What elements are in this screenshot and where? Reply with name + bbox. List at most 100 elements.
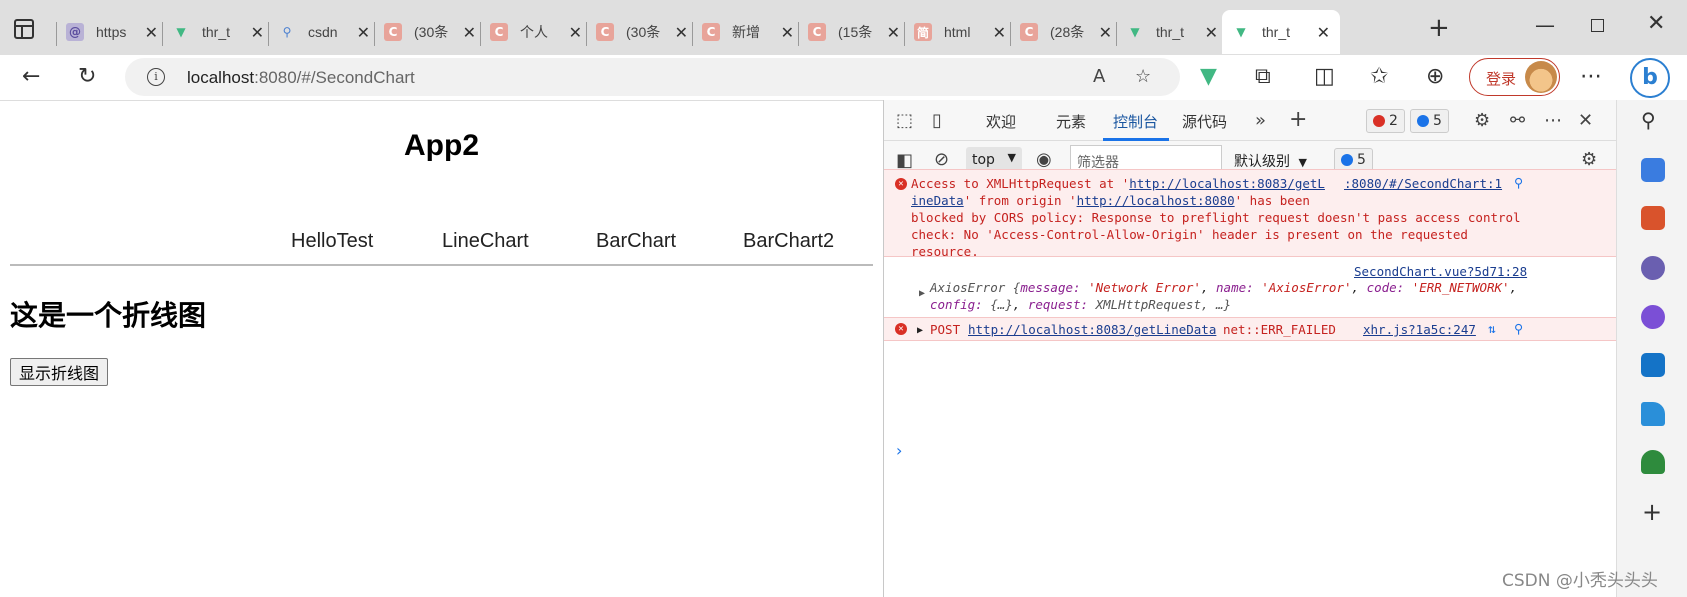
search-icon[interactable]: ⚲ (1514, 320, 1523, 337)
outlook-icon[interactable] (1641, 353, 1665, 377)
post-source-link[interactable]: xhr.js?1a5c:247 (1363, 321, 1476, 338)
bing-copilot-icon[interactable]: b (1630, 58, 1670, 98)
nav-link-hellotest[interactable]: HelloTest (291, 230, 373, 253)
close-tab-icon[interactable]: ✕ (675, 23, 688, 42)
sidebar-toggle-icon[interactable]: ◧ (896, 150, 913, 171)
tree-icon[interactable] (1641, 450, 1665, 474)
close-devtools-icon[interactable]: ✕ (1578, 110, 1593, 131)
nav-divider (10, 264, 873, 266)
cors-request-url-cont[interactable]: ineData (911, 193, 964, 208)
search-icon[interactable]: ⚲ (1514, 174, 1523, 191)
login-button[interactable]: 登录 (1469, 58, 1560, 96)
minimize-icon[interactable]: — (1535, 13, 1555, 37)
shopping-tag-icon[interactable] (1641, 158, 1665, 182)
tab-elements[interactable]: 元素 (1056, 111, 1086, 132)
tab-actions-icon[interactable] (14, 19, 34, 39)
browser-tab[interactable]: C (30条 ✕ (374, 10, 486, 54)
more-options-icon[interactable]: ⋯ (1544, 110, 1562, 131)
close-tab-icon[interactable]: ✕ (887, 23, 900, 42)
settings-gear-icon[interactable]: ⚙ (1474, 110, 1490, 131)
cors-source-link[interactable]: :8080/#/SecondChart:1 (1344, 175, 1502, 192)
expand-triangle-icon[interactable]: ▶ (919, 285, 925, 302)
axios-source-link[interactable]: SecondChart.vue?5d71:28 (1354, 263, 1527, 280)
close-tab-icon[interactable]: ✕ (569, 23, 582, 42)
search-icon[interactable]: ⚲ (1641, 108, 1656, 132)
device-emulation-icon[interactable]: ▯ (932, 110, 942, 131)
browser-tab[interactable]: C 个人 ✕ (480, 10, 592, 54)
close-tab-icon[interactable]: ✕ (1205, 23, 1218, 42)
message-count-badge[interactable]: 5 (1410, 109, 1449, 133)
close-tab-icon[interactable]: ✕ (993, 23, 1006, 42)
error-count-badge[interactable]: 2 (1366, 109, 1405, 133)
expand-triangle-icon[interactable]: ▶ (917, 322, 923, 339)
network-request-icon[interactable]: ⇅ (1488, 320, 1496, 337)
inspect-element-icon[interactable]: ⬚ (896, 110, 913, 131)
add-sidebar-icon[interactable]: + (1642, 498, 1662, 526)
console-prompt-icon[interactable]: › (896, 441, 902, 460)
customize-icon[interactable]: ⚯ (1510, 110, 1525, 131)
vue-devtools-icon[interactable]: ▼ (1200, 65, 1217, 89)
window-close-icon[interactable]: ✕ (1647, 11, 1665, 36)
nav-link-barchart[interactable]: BarChart (596, 230, 676, 253)
close-tab-icon[interactable]: ✕ (1099, 23, 1112, 42)
tab-sources[interactable]: 源代码 (1182, 111, 1227, 132)
add-tab-icon[interactable]: + (1289, 107, 1307, 132)
url-host: localhost (187, 68, 255, 87)
cors-request-url[interactable]: http://localhost:8083/getL (1129, 176, 1325, 191)
clear-console-icon[interactable]: ⊘ (934, 149, 949, 170)
split-screen-icon[interactable]: ◫ (1314, 65, 1335, 89)
nav-link-linechart[interactable]: LineChart (442, 230, 529, 253)
maximize-icon[interactable] (1591, 19, 1604, 32)
close-tab-icon[interactable]: ✕ (357, 23, 370, 42)
office-icon[interactable] (1641, 305, 1665, 329)
browser-tab[interactable]: ▼ thr_t ✕ (162, 10, 274, 54)
browser-tab[interactable]: C (28条 ✕ (1010, 10, 1122, 54)
nav-link-barchart2[interactable]: BarChart2 (743, 230, 834, 253)
console-settings-gear-icon[interactable]: ⚙ (1581, 149, 1597, 170)
axios-object[interactable]: AxiosError {message: 'Network Error', na… (930, 279, 1610, 313)
browser-tab[interactable]: ⚲ csdn ✕ (268, 10, 380, 54)
more-tabs-icon[interactable]: » (1255, 110, 1266, 131)
send-icon[interactable] (1641, 402, 1665, 426)
back-arrow-icon[interactable]: ← (22, 65, 40, 89)
tab-console[interactable]: 控制台 (1113, 111, 1158, 132)
address-url[interactable]: localhost:8080/#/SecondChart (187, 68, 415, 88)
browser-tab[interactable]: C 新增 ✕ (692, 10, 804, 54)
log-level-select[interactable]: 默认级别 ▼ (1234, 151, 1307, 171)
browser-tab[interactable]: ▼ thr_t ✕ (1116, 10, 1228, 54)
tab-title: (30条 (414, 24, 449, 40)
close-tab-icon[interactable]: ✕ (463, 23, 476, 42)
more-icon[interactable]: ⋯ (1580, 65, 1602, 89)
browser-tab[interactable]: C (30条 ✕ (586, 10, 698, 54)
read-aloud-icon[interactable]: A (1093, 66, 1105, 87)
post-method: POST (930, 322, 961, 337)
cors-origin-url[interactable]: http://localhost:8080 (1077, 193, 1235, 208)
favorites-icon[interactable]: ✩ (1370, 65, 1388, 89)
csdn-icon: C (702, 23, 720, 41)
browser-tab[interactable]: @ https ✕ (56, 10, 168, 54)
url-path: :8080/#/SecondChart (254, 68, 415, 87)
close-tab-icon[interactable]: ✕ (251, 23, 264, 42)
cors-line-2: ineData' from origin 'http://localhost:8… (911, 192, 1611, 209)
collections-icon[interactable]: ⊕ (1426, 65, 1444, 89)
extensions-icon[interactable]: ⧉ (1255, 65, 1271, 89)
address-bar[interactable]: i localhost:8080/#/SecondChart A ☆ (125, 58, 1180, 96)
browser-tab[interactable]: C (15条 ✕ (798, 10, 910, 54)
games-icon[interactable] (1641, 256, 1665, 280)
add-favorite-icon[interactable]: ☆ (1135, 66, 1151, 87)
site-info-icon[interactable]: i (147, 68, 165, 86)
toolbox-icon[interactable] (1641, 206, 1665, 230)
close-tab-icon[interactable]: ✕ (1317, 23, 1330, 42)
live-expression-eye-icon[interactable]: ◉ (1036, 149, 1052, 170)
refresh-icon[interactable]: ↻ (78, 65, 96, 89)
new-tab-icon[interactable]: + (1428, 15, 1450, 41)
close-tab-icon[interactable]: ✕ (145, 23, 158, 42)
tab-welcome[interactable]: 欢迎 (986, 111, 1016, 132)
browser-tab[interactable]: 简 html ✕ (904, 10, 1016, 54)
post-url-link[interactable]: http://localhost:8083/getLineData (968, 321, 1216, 338)
error-icon: ✕ (895, 178, 907, 190)
show-line-chart-button[interactable]: 显示折线图 (10, 358, 109, 386)
swirl-icon: @ (66, 23, 84, 41)
browser-tab-active[interactable]: ▼ thr_t ✕ (1222, 10, 1340, 54)
close-tab-icon[interactable]: ✕ (781, 23, 794, 42)
